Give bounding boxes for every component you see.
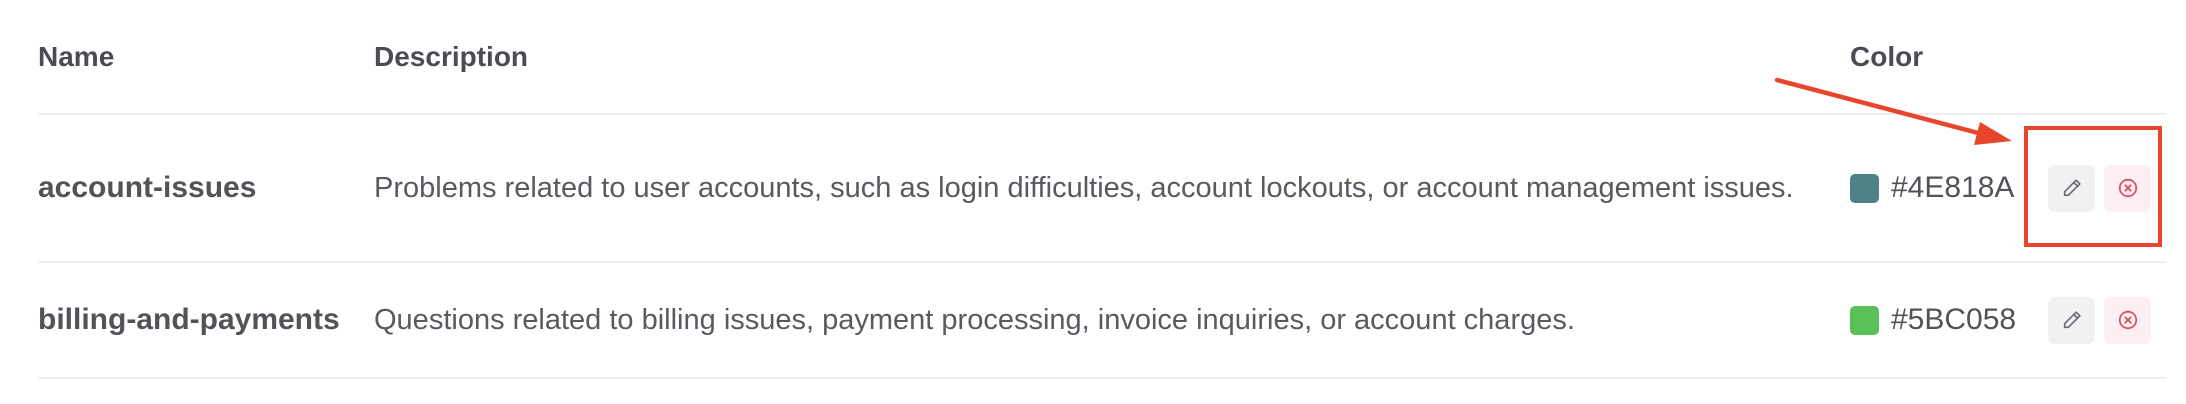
- edit-button[interactable]: [2048, 164, 2095, 212]
- table-header: Name Description Color: [38, 0, 2166, 115]
- table-row: account-issues Problems related to user …: [38, 115, 2166, 263]
- label-name: billing-and-payments: [38, 303, 340, 336]
- column-header-description: Description: [374, 40, 529, 72]
- color-swatch: [1850, 173, 1879, 203]
- pencil-icon: [2061, 309, 2083, 331]
- delete-button[interactable]: [2104, 296, 2151, 344]
- color-hex: #4E818A: [1891, 171, 2015, 204]
- row-actions: [2048, 263, 2166, 377]
- pencil-icon: [2061, 177, 2083, 199]
- column-header-color: Color: [1850, 40, 1924, 72]
- edit-button[interactable]: [2048, 296, 2095, 344]
- delete-button[interactable]: [2104, 164, 2151, 212]
- label-name: account-issues: [38, 171, 257, 204]
- label-description: Problems related to user accounts, such …: [374, 172, 1794, 204]
- column-header-name: Name: [38, 40, 115, 72]
- close-circle-icon: [2117, 309, 2139, 331]
- label-description: Questions related to billing issues, pay…: [374, 304, 1575, 336]
- color-hex: #5BC058: [1891, 303, 2017, 336]
- close-circle-icon: [2117, 177, 2139, 199]
- labels-table: Name Description Color account-issues Pr…: [38, 0, 2166, 379]
- labels-page: Name Description Color account-issues Pr…: [0, 0, 2186, 404]
- row-actions: [2048, 115, 2166, 261]
- color-swatch: [1850, 305, 1879, 335]
- table-row: billing-and-payments Questions related t…: [38, 263, 2166, 379]
